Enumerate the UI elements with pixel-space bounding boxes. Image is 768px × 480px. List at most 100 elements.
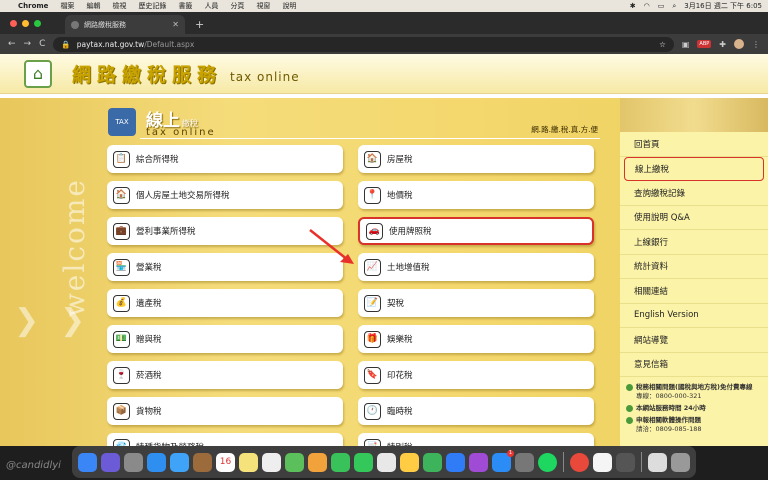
search-icon[interactable]: ⌕ — [672, 2, 676, 11]
trash-icon[interactable] — [671, 452, 690, 472]
tax-button[interactable]: 🔖 印花稅 — [358, 361, 594, 389]
chrome-icon[interactable] — [570, 452, 589, 472]
sidebar-item[interactable]: 線上繳稅 — [624, 156, 764, 181]
menu-dots-icon[interactable]: ⋮ — [752, 40, 760, 49]
mail-icon[interactable] — [147, 452, 166, 472]
home-logo-icon[interactable]: ⌂ — [24, 59, 52, 88]
notes-icon[interactable] — [239, 452, 258, 472]
menu-help[interactable]: 說明 — [282, 1, 296, 11]
tax-button[interactable]: 💰 遺產稅 — [107, 289, 343, 317]
tax-button-label: 贈與稅 — [136, 335, 162, 345]
contact-detail: 專線：0800-000-321 — [636, 392, 702, 401]
tax-button[interactable]: 📑特別稅 — [358, 433, 594, 446]
new-tab-button[interactable]: + — [185, 18, 214, 34]
photos-icon[interactable] — [308, 452, 327, 472]
adblock-icon[interactable]: ABP — [697, 40, 712, 48]
extension-icon[interactable]: ▣ — [682, 40, 690, 49]
tax-button[interactable]: 🎁 娛樂稅 — [358, 325, 594, 353]
menu-edit[interactable]: 編輯 — [86, 1, 100, 11]
reminders-icon[interactable] — [262, 452, 281, 472]
tax-button-label: 遺產稅 — [136, 299, 162, 309]
sidebar-item[interactable]: 相關連結 — [620, 279, 768, 304]
tax-button[interactable]: 📍 地價稅 — [358, 181, 594, 209]
podcasts-icon[interactable] — [469, 452, 488, 472]
profile-avatar[interactable] — [734, 39, 744, 49]
maximize-window-icon[interactable] — [34, 19, 41, 27]
menu-file[interactable]: 檔案 — [60, 1, 74, 11]
tax-button[interactable]: 📋 綜合所得稅 — [107, 145, 343, 173]
spotify-icon[interactable] — [538, 452, 557, 472]
tab-bar: 網路繳稅服務 ✕ + — [0, 12, 768, 34]
safari-icon[interactable] — [170, 452, 189, 472]
url-path: /Default.aspx — [144, 39, 195, 49]
back-icon[interactable]: ← — [8, 39, 16, 49]
maps-icon[interactable] — [285, 452, 304, 472]
tax-button[interactable]: 💵 贈與稅 — [107, 325, 343, 353]
facetime-icon[interactable] — [354, 452, 373, 472]
tax-button-label: 菸酒稅 — [136, 371, 162, 381]
tax-item-icon: 🚗 — [366, 222, 383, 240]
tax-item-icon: 💼 — [113, 222, 130, 240]
sidebar-item[interactable]: 回首頁 — [620, 132, 768, 157]
forward-icon[interactable]: → — [24, 39, 32, 49]
keynote-icon[interactable] — [446, 452, 465, 472]
calendar-icon[interactable]: 16 — [216, 452, 235, 472]
tax-button-label: 地價稅 — [387, 191, 413, 201]
tax-badge-icon: TAX — [108, 108, 136, 136]
sidebar-item[interactable]: 查詢繳稅記錄 — [620, 181, 768, 206]
wifi-icon[interactable]: ◠ — [644, 2, 650, 10]
battery-icon[interactable]: ▭ — [658, 2, 665, 10]
tax-button[interactable]: 📦 貨物稅 — [107, 397, 343, 425]
address-bar[interactable]: 🔒 paytax.nat.gov.tw/Default.aspx ☆ — [53, 36, 674, 52]
pages-icon[interactable] — [400, 452, 419, 472]
menu-window[interactable]: 視窗 — [256, 1, 270, 11]
contact-info: 稅務相關問題(國稅與地方稅)免付費專線 專線：0800-000-321 本網站服務… — [620, 377, 768, 434]
menu-history[interactable]: 歷史記錄 — [138, 1, 166, 11]
launchpad-icon[interactable] — [124, 452, 143, 472]
menu-bookmarks[interactable]: 書籤 — [178, 1, 192, 11]
tax-button[interactable]: 🏠 房屋稅 — [358, 145, 594, 173]
tax-button[interactable]: 🍷 菸酒稅 — [107, 361, 343, 389]
reload-icon[interactable]: C — [39, 39, 45, 49]
menu-view[interactable]: 檢視 — [112, 1, 126, 11]
slack-icon[interactable] — [593, 452, 612, 472]
sidebar-item[interactable]: English Version — [620, 304, 768, 328]
minimize-window-icon[interactable] — [22, 19, 29, 27]
messages-icon[interactable] — [331, 452, 350, 472]
tax-button[interactable]: 🕐 臨時稅 — [358, 397, 594, 425]
appstore-icon[interactable]: 1 — [492, 449, 514, 472]
numbers-icon[interactable] — [423, 452, 442, 472]
siri-icon[interactable] — [101, 452, 120, 472]
tax-item-icon: 🏪 — [113, 258, 130, 276]
browser-tab[interactable]: 網路繳稅服務 ✕ — [65, 15, 185, 34]
screen: Chrome 檔案 編輯 檢視 歷史記錄 書籤 人員 分頁 視窗 說明 ✱ ◠ … — [0, 0, 768, 480]
tax-button[interactable]: 🏠 個人房屋土地交易所得稅 — [107, 181, 343, 209]
bluetooth-icon[interactable]: ✱ — [630, 2, 636, 10]
tax-button-label: 個人房屋土地交易所得稅 — [136, 191, 230, 201]
sidebar-item[interactable]: 上線銀行 — [620, 230, 768, 255]
sidebar-item[interactable]: 意見信箱 — [620, 353, 768, 377]
sidebar-item[interactable]: 網站導覽 — [620, 328, 768, 353]
menu-people[interactable]: 人員 — [204, 1, 218, 11]
tab-close-icon[interactable]: ✕ — [172, 20, 179, 29]
tax-button[interactable]: 📈 土地增值稅 — [358, 253, 594, 281]
bookmark-star-icon[interactable]: ☆ — [659, 40, 666, 49]
settings-icon[interactable] — [515, 452, 534, 472]
tax-button[interactable]: 💎特種貨物及勞務稅 — [107, 433, 343, 446]
welcome-decor: welcome — [58, 178, 91, 318]
freeform-icon[interactable] — [377, 452, 396, 472]
puzzle-icon[interactable]: ✚ — [719, 40, 726, 49]
document-icon[interactable] — [648, 452, 667, 472]
terminal-icon[interactable] — [616, 452, 635, 472]
tax-button[interactable]: 📝 契稅 — [358, 289, 594, 317]
notes-folder-icon[interactable] — [193, 452, 212, 472]
app-menu-chrome[interactable]: Chrome — [18, 2, 48, 10]
sidebar-item[interactable]: 統計資料 — [620, 255, 768, 279]
tax-item-icon: 🏠 — [364, 150, 381, 168]
menu-tab[interactable]: 分頁 — [230, 1, 244, 11]
close-window-icon[interactable] — [10, 19, 17, 27]
clock[interactable]: 3月16日 週二 下午 6:05 — [684, 1, 762, 11]
tax-button[interactable]: 🚗 使用牌照稅 — [358, 217, 594, 245]
finder-icon[interactable] — [78, 452, 97, 472]
sidebar-item[interactable]: 使用說明 Q&A — [620, 206, 768, 230]
